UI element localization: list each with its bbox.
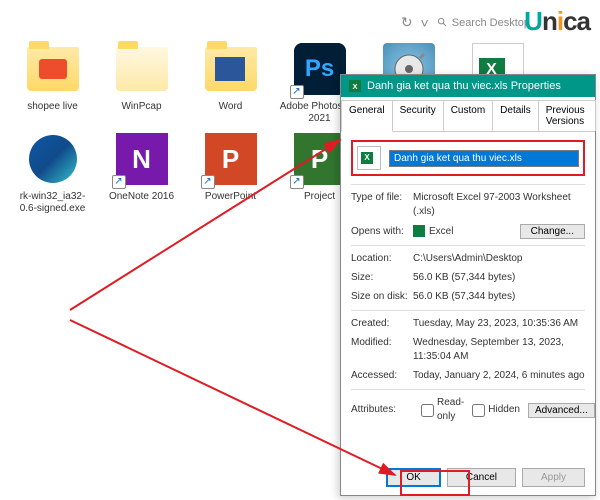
advanced-button[interactable]: Advanced... <box>528 403 595 418</box>
accessed-label: Accessed: <box>351 369 413 383</box>
shortcut-icon: ↗ <box>290 175 304 189</box>
filename-highlight <box>351 140 585 176</box>
shortcut-icon: ↗ <box>112 175 126 189</box>
readonly-checkbox[interactable]: Read-only <box>421 396 464 424</box>
created-value: Tuesday, May 23, 2023, 10:35:36 AM <box>413 317 585 331</box>
dropdown-icon[interactable]: ˅ <box>421 15 429 31</box>
type-value: Microsoft Excel 97-2003 Worksheet (.xls) <box>413 191 585 219</box>
tab-previous-versions[interactable]: Previous Versions <box>538 100 596 131</box>
tab-general[interactable]: General <box>341 100 393 132</box>
cancel-button[interactable]: Cancel <box>447 468 516 487</box>
disk-value: 56.0 KB (57,344 bytes) <box>413 290 585 304</box>
file-type-icon <box>357 146 381 170</box>
desktop-icon-edge-installer[interactable]: rk-win32_ia32-0.6-signed.exe <box>10 131 95 215</box>
tab-details[interactable]: Details <box>492 100 539 131</box>
svg-text:X: X <box>352 82 357 91</box>
size-value: 56.0 KB (57,344 bytes) <box>413 271 585 285</box>
location-label: Location: <box>351 252 413 266</box>
location-value: C:\Users\Admin\Desktop <box>413 252 585 266</box>
modified-value: Wednesday, September 13, 2023, 11:35:04 … <box>413 336 585 364</box>
ok-button[interactable]: OK <box>386 468 440 487</box>
brand-logo: Unica <box>524 6 590 37</box>
accessed-value: Today, January 2, 2024, 6 minutes ago <box>413 369 585 383</box>
shortcut-icon: ↗ <box>290 85 304 99</box>
opens-value: Excel <box>429 226 453 237</box>
filename-input[interactable] <box>389 150 579 167</box>
refresh-icon[interactable]: ↻ <box>401 14 413 31</box>
desktop-icon-powerpoint[interactable]: P↗ PowerPoint <box>188 131 273 215</box>
disk-label: Size on disk: <box>351 290 413 304</box>
desktop-icon-onenote[interactable]: N↗ OneNote 2016 <box>99 131 184 215</box>
desktop-icon-shopee[interactable]: shopee live <box>10 41 95 125</box>
properties-dialog: X Danh gia ket qua thu viec.xls Properti… <box>340 74 596 496</box>
desktop-icon-word[interactable]: Word <box>188 41 273 125</box>
dialog-title: Danh gia ket qua thu viec.xls Properties <box>367 80 561 92</box>
modified-label: Modified: <box>351 336 413 364</box>
search-input[interactable]: Search Desktop <box>437 17 530 29</box>
shortcut-icon: ↗ <box>201 175 215 189</box>
size-label: Size: <box>351 271 413 285</box>
opens-label: Opens with: <box>351 225 413 239</box>
tab-security[interactable]: Security <box>392 100 444 131</box>
excel-icon: X <box>349 80 361 92</box>
tab-custom[interactable]: Custom <box>443 100 493 131</box>
desktop-icon-wincap[interactable]: WinPcap <box>99 41 184 125</box>
type-label: Type of file: <box>351 191 413 219</box>
hidden-checkbox[interactable]: Hidden <box>472 403 520 417</box>
created-label: Created: <box>351 317 413 331</box>
explorer-toolbar: ↻ ˅ Search Desktop <box>10 10 590 35</box>
change-button[interactable]: Change... <box>520 224 585 239</box>
attributes-label: Attributes: <box>351 403 413 417</box>
dialog-tabs: General Security Custom Details Previous… <box>341 97 595 132</box>
dialog-titlebar[interactable]: X Danh gia ket qua thu viec.xls Properti… <box>341 75 595 97</box>
excel-icon <box>413 225 425 237</box>
apply-button[interactable]: Apply <box>522 468 585 487</box>
